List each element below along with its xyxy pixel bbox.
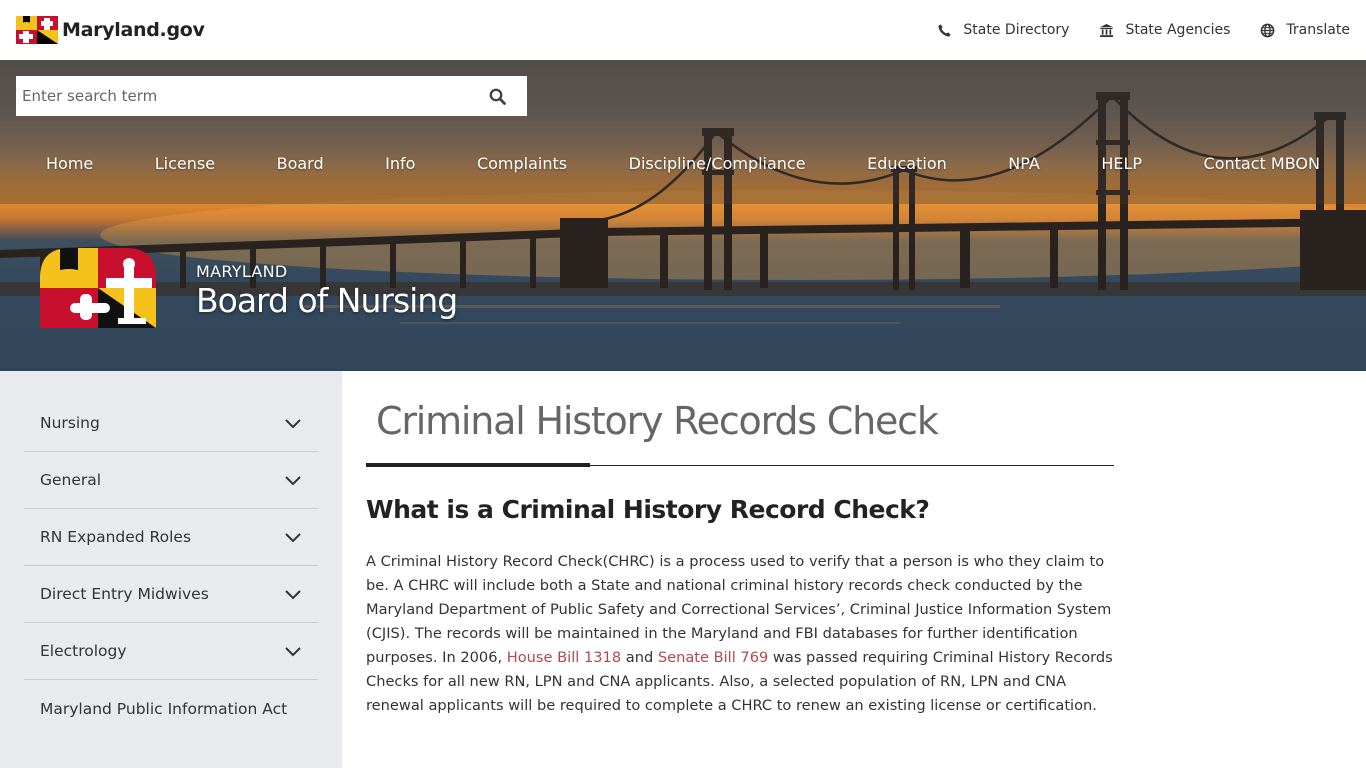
state-directory-link[interactable]: State Directory [937, 22, 1069, 38]
sidebar-item-maryland-public-information-act[interactable]: Maryland Public Information Act [24, 680, 318, 737]
intro-paragraph: A Criminal History Record Check(CHRC) is… [366, 550, 1114, 718]
sidebar-item-direct-entry-midwives[interactable]: Direct Entry Midwives [24, 566, 318, 623]
state-agencies-label: State Agencies [1125, 22, 1231, 38]
maryland-flag-icon [16, 16, 58, 44]
chevron-down-icon [285, 533, 301, 543]
translate-link[interactable]: Translate [1260, 22, 1350, 38]
chevron-down-icon [285, 476, 301, 486]
chevron-down-icon [285, 419, 301, 429]
nav-home[interactable]: Home [46, 154, 93, 173]
nav-education[interactable]: Education [867, 154, 947, 173]
phone-icon [938, 23, 952, 37]
sidebar-item-rn-expanded-roles[interactable]: RN Expanded Roles [24, 509, 318, 566]
sidebar-item-general[interactable]: General [24, 452, 318, 509]
nav-license[interactable]: License [155, 154, 215, 173]
building-icon [1100, 23, 1114, 37]
globe-icon [1261, 23, 1275, 37]
maryland-shield-icon [40, 248, 156, 328]
sidebar-item-label: Electrology [40, 642, 127, 660]
house-bill-1318-link[interactable]: House Bill 1318 [507, 649, 621, 666]
nav-contact-mbon[interactable]: Contact MBON [1204, 154, 1320, 173]
sidebar-item-electrology[interactable]: Electrology [24, 623, 318, 680]
maryland-gov-logo[interactable]: Maryland.gov [16, 16, 205, 44]
translate-label: Translate [1286, 22, 1350, 38]
sidebar-item-label: Nursing [40, 414, 100, 432]
search-box [16, 76, 527, 116]
senate-bill-769-link[interactable]: Senate Bill 769 [658, 649, 768, 666]
utility-bar: Maryland.gov State Directory State Agenc… [0, 0, 1366, 60]
brand-title: Board of Nursing [196, 281, 458, 320]
search-input[interactable] [16, 76, 467, 116]
page-title: Criminal History Records Check [376, 399, 939, 443]
nav-board[interactable]: Board [277, 154, 324, 173]
main-nav: Home License Board Info Complaints Disci… [16, 154, 1350, 173]
sidebar-item-label: RN Expanded Roles [40, 528, 192, 546]
nav-help[interactable]: HELP [1101, 154, 1142, 173]
sidebar-item-nursing[interactable]: Nursing [24, 395, 318, 452]
state-directory-label: State Directory [963, 22, 1070, 38]
state-agencies-link[interactable]: State Agencies [1099, 22, 1230, 38]
hero-banner: Home License Board Info Complaints Disci… [0, 60, 1366, 371]
chevron-down-icon [285, 647, 301, 657]
brand-subtitle: MARYLAND [196, 262, 288, 281]
section-heading: What is a Criminal History Record Check? [366, 495, 930, 524]
nav-complaints[interactable]: Complaints [477, 154, 567, 173]
nav-discipline-compliance[interactable]: Discipline/Compliance [629, 154, 806, 173]
utility-links: State Directory State Agencies Translate [937, 22, 1350, 38]
title-divider [366, 463, 1114, 467]
nav-npa[interactable]: NPA [1008, 154, 1040, 173]
sidebar-item-label: General [40, 471, 102, 489]
paragraph-text: and [621, 649, 658, 666]
sidebar: Nursing General RN Expanded Roles Direct… [0, 371, 342, 768]
sidebar-item-label: Maryland Public Information Act [40, 699, 288, 718]
brand-text: MARYLAND Board of Nursing [196, 262, 458, 320]
board-brand[interactable]: MARYLAND Board of Nursing [40, 248, 458, 328]
nav-info[interactable]: Info [385, 154, 415, 173]
main-content: Criminal History Records Check What is a… [366, 371, 1114, 718]
site-name: Maryland.gov [62, 19, 205, 41]
search-icon [489, 88, 506, 105]
chevron-down-icon [285, 590, 301, 600]
sidebar-item-label: Direct Entry Midwives [40, 585, 209, 603]
search-button[interactable] [467, 76, 527, 116]
